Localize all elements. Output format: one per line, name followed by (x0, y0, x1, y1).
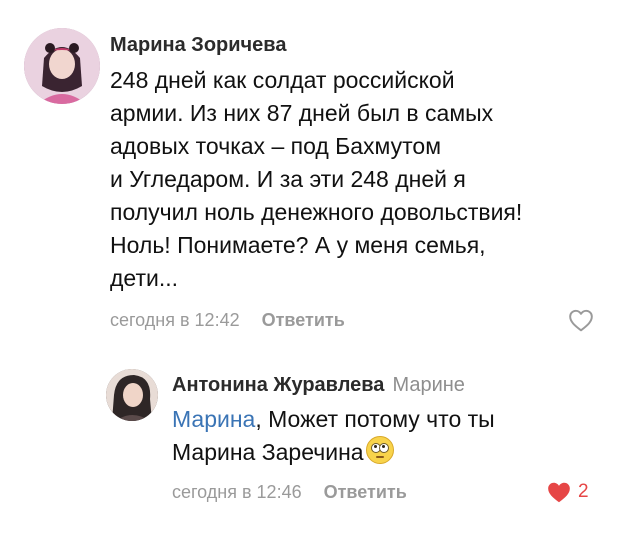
comment-text-line: дети... (110, 265, 179, 291)
comment-text-line: адовых точках – под Бахмутом (110, 133, 442, 159)
comment-text: 248 дней как солдат российской армии. Из… (110, 64, 610, 295)
like-button[interactable] (568, 308, 594, 332)
reply-to-name[interactable]: Марине (392, 374, 464, 396)
comment-timestamp: сегодня в 12:42 (110, 310, 240, 330)
reply-text-fragment: Марина Заречина (172, 439, 364, 465)
comment-text-line: и Угледаром. И за эти 248 дней я (110, 166, 466, 192)
reply-timestamp: сегодня в 12:46 (172, 482, 302, 502)
like-button[interactable]: 2 (546, 480, 589, 504)
reply-text-line: Марина, Может потому что ты (172, 403, 592, 436)
comment-text-line: Ноль! Понимаете? А у меня семья, (110, 232, 486, 258)
heart-filled-icon (548, 482, 570, 503)
comment-text-line: армии. Из них 87 дней был в самых (110, 100, 494, 126)
reply-author-name[interactable]: Антонина Журавлева (172, 374, 384, 396)
avatar-photo-icon (106, 369, 158, 421)
comment-text-line: получил ноль денежного довольствия! (110, 199, 523, 225)
reply-button[interactable]: Ответить (262, 310, 345, 330)
comment-meta: сегодня в 12:42 Ответить (110, 310, 345, 331)
heart-outline-icon (569, 309, 593, 332)
reply-text-line: Марина Заречина (172, 436, 592, 469)
like-count: 2 (578, 481, 589, 502)
comment-text-line: 248 дней как солдат российской (110, 67, 455, 93)
reply-author: Антонина Журавлева Марине (172, 374, 465, 397)
comment-author[interactable]: Марина Зоричева (110, 34, 286, 57)
mention-link[interactable]: Марина (172, 406, 255, 432)
reply-text-fragment: , Может потому что ты (255, 406, 495, 432)
reply-button[interactable]: Ответить (324, 482, 407, 502)
reply-text: Марина, Может потому что ты Марина Зареч… (172, 403, 592, 469)
face-with-rolling-eyes-emoji-icon (365, 436, 394, 464)
avatar[interactable] (24, 28, 100, 104)
avatar-photo-icon (24, 28, 100, 104)
avatar[interactable] (106, 369, 158, 421)
reply-meta: сегодня в 12:46 Ответить (172, 482, 407, 503)
